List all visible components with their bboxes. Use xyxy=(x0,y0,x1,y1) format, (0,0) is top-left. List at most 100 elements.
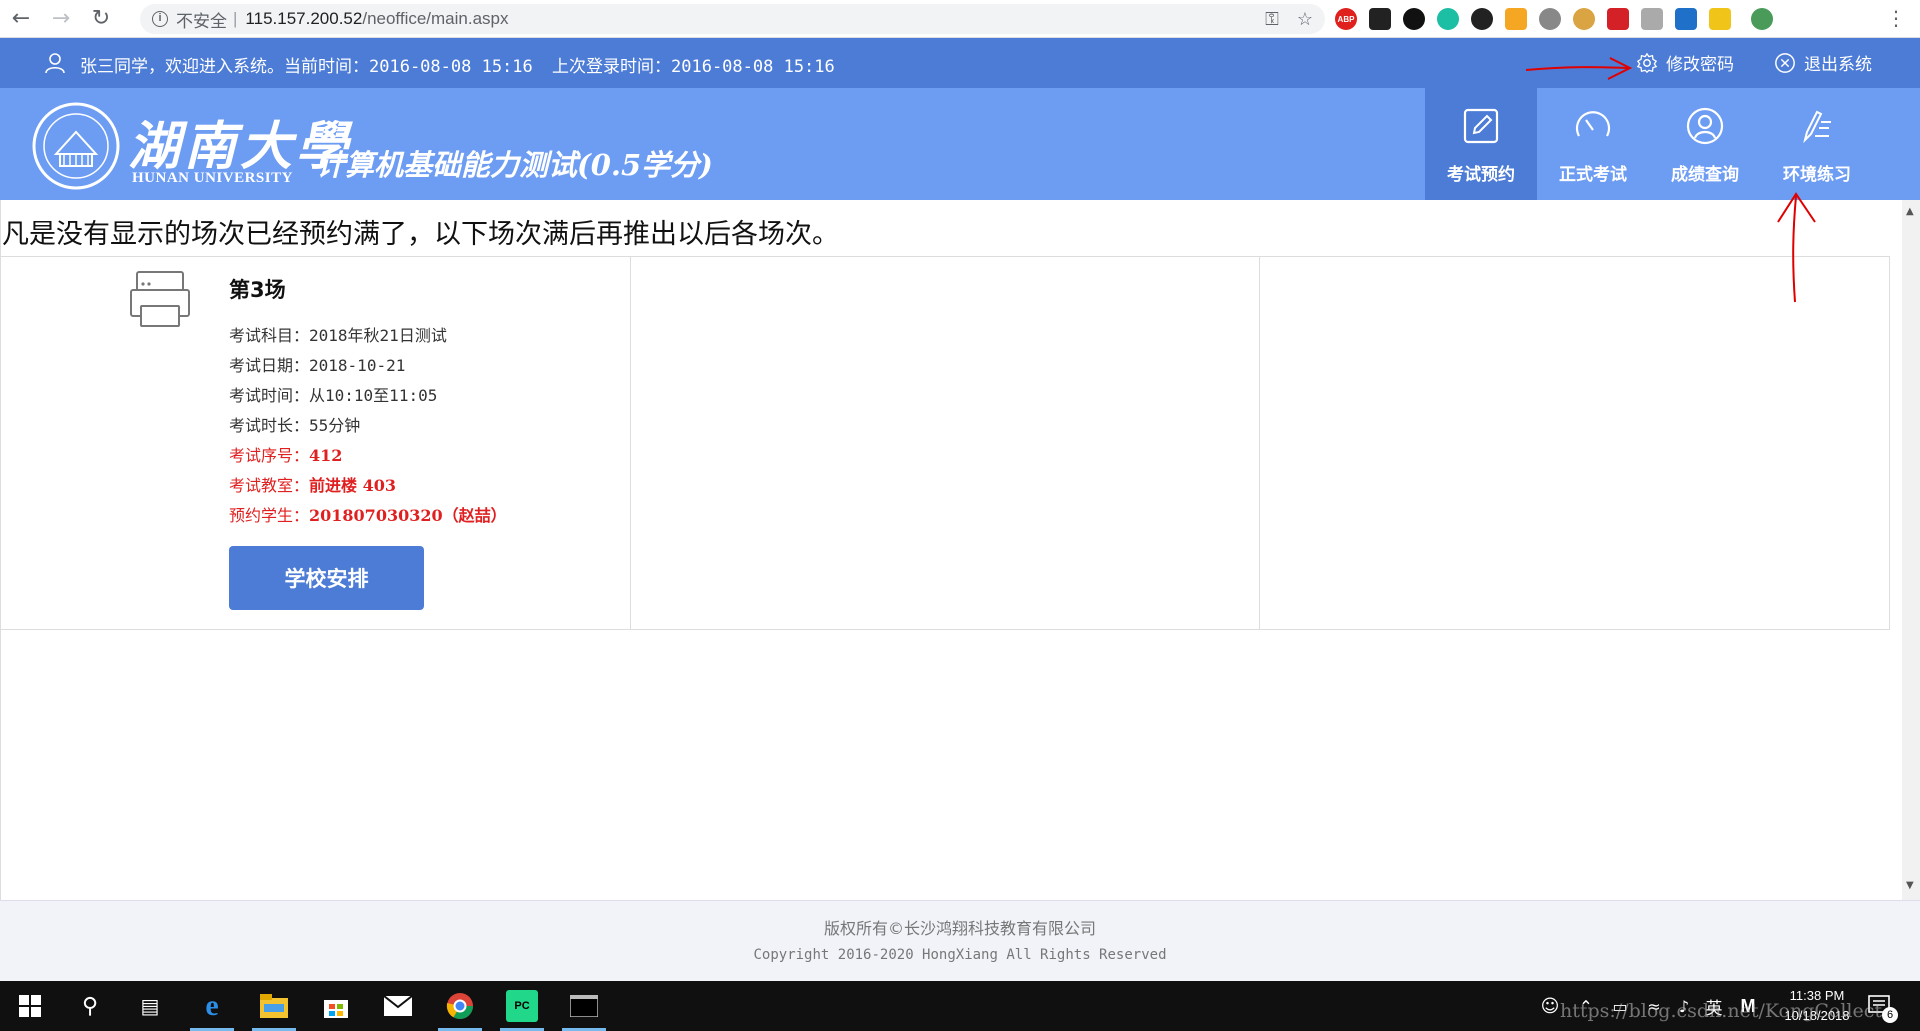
nav-label: 环境练习 xyxy=(1783,165,1851,185)
session-classroom: 考试教室：前进楼 403 xyxy=(229,472,396,496)
extension-icon[interactable] xyxy=(1709,8,1731,30)
row-label: 考试序号： xyxy=(229,446,310,465)
row-label: 预约学生： xyxy=(229,506,310,525)
extension-icon[interactable] xyxy=(1751,8,1773,30)
session-seat-number: 考试序号：412 xyxy=(229,442,342,466)
last-login: 上次登录时间：2016-08-08 15:16 xyxy=(552,52,835,77)
row-label: 考试科目： xyxy=(229,326,310,345)
empty-session-cell xyxy=(1260,256,1891,629)
page-scrollbar[interactable]: ▲ ▼ xyxy=(1902,200,1920,900)
browser-toolbar: ← → ↻ i 不安全 | 115.157.200.52 /neoffice/m… xyxy=(0,0,1920,38)
mail-icon[interactable] xyxy=(382,990,414,1022)
change-password-link[interactable]: 修改密码 xyxy=(1636,50,1734,75)
address-separator: | xyxy=(233,9,238,28)
current-time: 2016-08-08 15:16 xyxy=(369,57,533,77)
row-value: 201807030320（赵喆） xyxy=(309,506,507,525)
main-content: 凡是没有显示的场次已经预约满了，以下场次满后再推出以后各场次。 第3场 考试科目… xyxy=(0,200,1902,900)
key-icon[interactable]: ⚿ xyxy=(1265,9,1279,30)
reload-icon[interactable]: ↻ xyxy=(82,3,120,35)
printer-icon xyxy=(130,271,190,327)
session-card: 第3场 考试科目：2018年秋21日测试 考试日期：2018-10-21 考试时… xyxy=(1,256,631,629)
logout-link[interactable]: 退出系统 xyxy=(1774,50,1872,75)
nav-label: 成绩查询 xyxy=(1671,165,1739,185)
forward-arrow-icon[interactable]: → xyxy=(42,3,80,35)
scroll-up-icon[interactable]: ▲ xyxy=(1906,206,1914,217)
row-value: 2018年秋21日测试 xyxy=(309,326,447,345)
welcome-prefix: 张三同学，欢迎进入系统。当前时间： xyxy=(80,57,369,77)
windows-start-icon[interactable] xyxy=(14,990,46,1022)
session-duration: 考试时长：55分钟 xyxy=(229,412,360,436)
gear-icon xyxy=(1636,52,1658,73)
last-login-time: 2016-08-08 15:16 xyxy=(671,57,835,77)
row-value: 2018-10-21 xyxy=(309,356,406,375)
nav-label: 考试预约 xyxy=(1447,165,1515,185)
school-arrangement-button[interactable]: 学校安排 xyxy=(229,546,424,610)
empty-session-cell xyxy=(631,256,1261,629)
user-circle-icon xyxy=(1686,107,1724,145)
welcome-message: 张三同学，欢迎进入系统。当前时间：2016-08-08 15:16 xyxy=(80,52,533,77)
row-value: 412 xyxy=(309,446,343,465)
extension-icon[interactable] xyxy=(1675,8,1697,30)
session-time: 考试时间：从10:10至11:05 xyxy=(229,382,437,406)
search-icon[interactable]: ⚲ xyxy=(74,990,106,1022)
nav-environment-practice[interactable]: 环境练习 xyxy=(1761,88,1873,200)
extension-icon[interactable] xyxy=(1369,8,1391,30)
university-seal-logo xyxy=(32,102,120,190)
row-value: 前进楼 403 xyxy=(309,476,396,495)
session-title: 第3场 xyxy=(229,278,286,302)
nav-label: 正式考试 xyxy=(1559,165,1627,185)
address-bar[interactable]: i 不安全 | 115.157.200.52 /neoffice/main.as… xyxy=(140,4,1325,34)
session-date: 考试日期：2018-10-21 xyxy=(229,352,405,376)
row-value: 55分钟 xyxy=(309,416,361,435)
logout-label: 退出系统 xyxy=(1804,55,1872,75)
extension-icon[interactable] xyxy=(1539,8,1561,30)
change-password-label: 修改密码 xyxy=(1666,55,1734,75)
info-bar: 张三同学，欢迎进入系统。当前时间：2016-08-08 15:16 上次登录时间… xyxy=(0,38,1920,88)
extensions-row: ABP xyxy=(1335,4,1773,34)
extension-icon[interactable] xyxy=(1607,8,1629,30)
footer-copyright-cn: 版权所有©长沙鸿翔科技教育有限公司 xyxy=(823,919,1096,938)
adblock-extension-icon[interactable]: ABP xyxy=(1335,8,1357,30)
session-student: 预约学生：201807030320（赵喆） xyxy=(229,502,507,526)
gauge-icon xyxy=(1575,111,1611,137)
extension-icon[interactable] xyxy=(1471,8,1493,30)
url-host: 115.157.200.52 xyxy=(245,9,363,28)
notification-count-badge: 6 xyxy=(1882,1007,1898,1023)
store-icon[interactable] xyxy=(320,990,352,1022)
task-view-icon[interactable]: ▤ xyxy=(134,990,166,1022)
session-grid: 第3场 考试科目：2018年秋21日测试 考试日期：2018-10-21 考试时… xyxy=(0,256,1891,630)
back-arrow-icon[interactable]: ← xyxy=(2,3,40,35)
nav-exam-booking[interactable]: 考试预约 xyxy=(1425,88,1537,200)
extension-icon[interactable] xyxy=(1573,8,1595,30)
watermark-text: https://blog.csdn.net/KongCollect xyxy=(1560,1000,1883,1022)
browser-menu-icon[interactable]: ⋮ xyxy=(1886,8,1906,28)
edge-browser-icon[interactable]: e xyxy=(196,989,228,1022)
last-login-prefix: 上次登录时间： xyxy=(552,57,671,77)
terminal-icon[interactable] xyxy=(568,990,600,1022)
info-icon[interactable]: i xyxy=(152,11,168,27)
file-explorer-icon[interactable] xyxy=(258,990,290,1022)
extension-icon[interactable] xyxy=(1403,8,1425,30)
close-circle-icon xyxy=(1775,52,1795,73)
nav-formal-exam[interactable]: 正式考试 xyxy=(1537,88,1649,200)
row-label: 考试时长： xyxy=(229,416,310,435)
pen-list-icon xyxy=(1803,110,1831,144)
main-nav: 考试预约 正式考试 成绩查询 环境练习 xyxy=(1425,88,1873,200)
extension-icon[interactable] xyxy=(1505,8,1527,30)
edit-icon xyxy=(1463,108,1499,144)
extension-icon[interactable] xyxy=(1437,8,1459,30)
row-value: 从10:10至11:05 xyxy=(309,386,438,405)
row-label: 考试日期： xyxy=(229,356,310,375)
url-path: /neoffice/main.aspx xyxy=(362,9,509,28)
bookmark-star-icon[interactable]: ☆ xyxy=(1297,9,1313,30)
site-header: 湖南大學 HUNAN UNIVERSITY 计算机基础能力测试(0.5学分) 考… xyxy=(0,88,1920,200)
chrome-icon[interactable] xyxy=(444,990,476,1022)
extension-icon[interactable] xyxy=(1641,8,1663,30)
booking-notice: 凡是没有显示的场次已经预约满了，以下场次满后再推出以后各场次。 xyxy=(2,219,839,250)
user-icon xyxy=(45,53,65,74)
nav-score-query[interactable]: 成绩查询 xyxy=(1649,88,1761,200)
row-label: 考试时间： xyxy=(229,386,310,405)
pycharm-icon[interactable]: PC xyxy=(506,990,538,1022)
scroll-down-icon[interactable]: ▼ xyxy=(1906,880,1914,891)
page-footer: 版权所有©长沙鸿翔科技教育有限公司 Copyright 2016-2020 Ho… xyxy=(0,900,1920,981)
